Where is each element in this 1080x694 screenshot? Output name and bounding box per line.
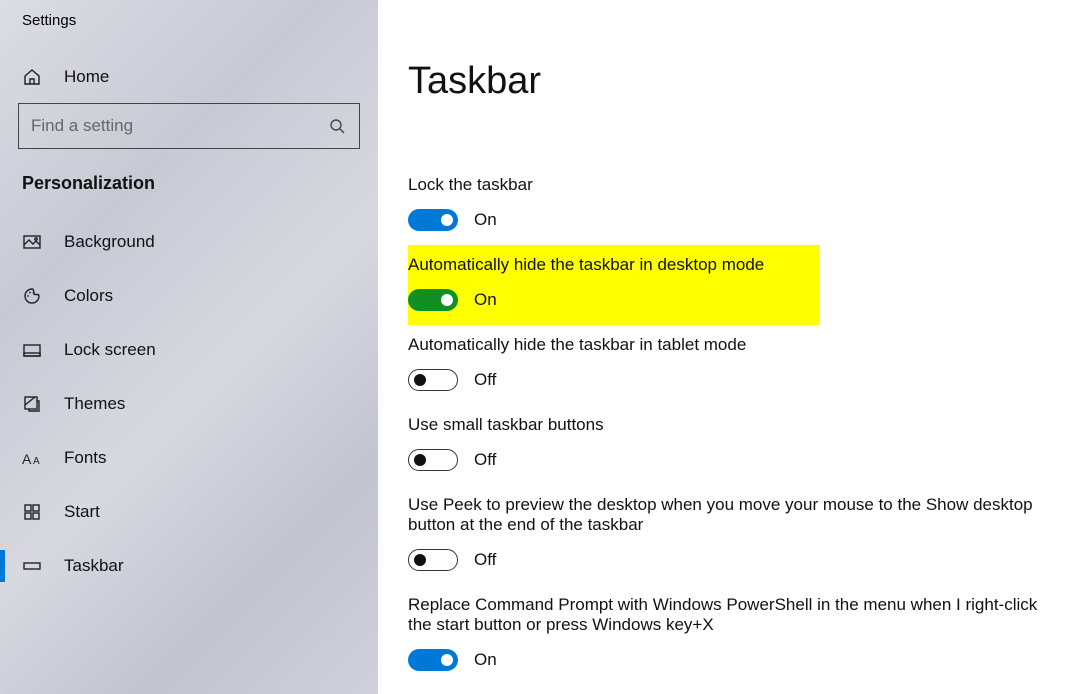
sidebar-item-label: Background [64,232,155,252]
search-container [0,103,378,149]
toggle-switch[interactable] [408,549,458,571]
lockscreen-icon [22,340,50,360]
sidebar-item-lockscreen[interactable]: Lock screen [0,324,378,376]
setting-row: Automatically hide the taskbar in tablet… [408,325,1040,405]
taskbar-icon [22,556,50,576]
toggle-state-label: On [474,210,497,230]
toggle-state-label: Off [474,550,496,570]
sidebar-item-background[interactable]: Background [0,216,378,268]
app-title: Settings [0,12,378,51]
nav-home-label: Home [64,67,109,87]
setting-row: Automatically hide the taskbar in deskto… [408,245,820,325]
toggle-state-label: On [474,290,497,310]
themes-icon [22,394,50,414]
sidebar-item-label: Themes [64,394,125,414]
start-icon [22,502,50,522]
toggle-switch[interactable] [408,289,458,311]
toggle-row: On [408,289,796,311]
nav-home[interactable]: Home [0,51,378,103]
setting-label: Replace Command Prompt with Windows Powe… [408,595,1040,635]
sidebar-item-themes[interactable]: Themes [0,378,378,430]
setting-row: Use Peek to preview the desktop when you… [408,485,1040,585]
toggle-state-label: Off [474,450,496,470]
svg-text:A: A [33,456,40,467]
setting-label: Automatically hide the taskbar in tablet… [408,335,1040,355]
toggle-row: Off [408,369,1040,391]
sidebar-item-label: Start [64,502,100,522]
setting-label: Automatically hide the taskbar in deskto… [408,255,796,275]
main-content: Taskbar Lock the taskbar On Automaticall… [378,0,1080,694]
sidebar-item-label: Fonts [64,448,107,468]
svg-text:A: A [22,451,32,467]
sidebar-item-fonts[interactable]: AA Fonts [0,432,378,484]
toggle-switch[interactable] [408,649,458,671]
toggle-row: Off [408,449,1040,471]
sidebar-item-label: Colors [64,286,113,306]
toggle-row: On [408,209,1040,231]
toggle-row: Off [408,549,1040,571]
toggle-state-label: On [474,650,497,670]
category-label: Personalization [0,173,378,210]
page-title: Taskbar [408,60,1040,103]
toggle-switch[interactable] [408,449,458,471]
search-box[interactable] [18,103,360,149]
setting-row: Lock the taskbar On [408,165,1040,245]
search-input[interactable] [31,116,329,136]
background-icon [22,232,50,252]
setting-row: Use small taskbar buttons Off [408,405,1040,485]
setting-label: Use Peek to preview the desktop when you… [408,495,1040,535]
home-icon [22,67,50,87]
sidebar-item-colors[interactable]: Colors [0,270,378,322]
search-icon [329,118,347,134]
sidebar: Settings Home Personalization Background… [0,0,378,694]
toggle-state-label: Off [474,370,496,390]
colors-icon [22,286,50,306]
setting-label: Lock the taskbar [408,175,1040,195]
toggle-switch[interactable] [408,209,458,231]
setting-row: Replace Command Prompt with Windows Powe… [408,585,1040,685]
sidebar-item-label: Lock screen [64,340,156,360]
setting-label: Use small taskbar buttons [408,415,1040,435]
toggle-row: On [408,649,1040,671]
sidebar-item-label: Taskbar [64,556,124,576]
sidebar-item-start[interactable]: Start [0,486,378,538]
sidebar-item-taskbar[interactable]: Taskbar [0,540,378,592]
fonts-icon: AA [22,449,50,467]
toggle-switch[interactable] [408,369,458,391]
